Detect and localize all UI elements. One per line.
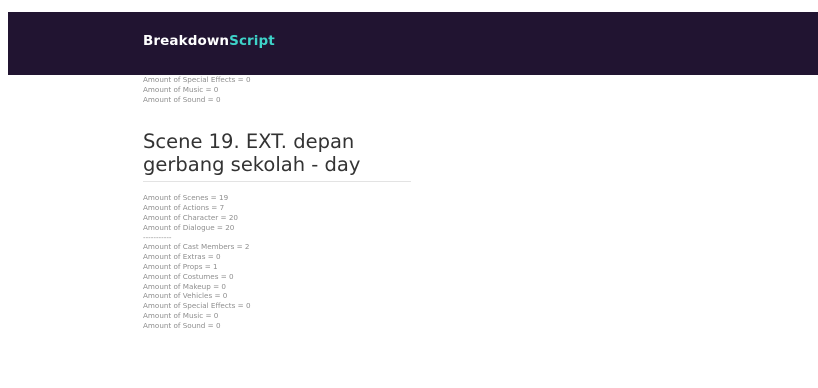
stat-line: Amount of Extras = 0 [143,252,221,262]
brand-part-1: Breakdown [143,33,230,49]
previous-scene-stats: Amount of Special Effects = 0 Amount of … [143,75,413,104]
stat-separator: ----------- [143,232,172,242]
brand-logo[interactable]: BreakdownScript [143,33,275,49]
stat-line: Amount of Dialogue = 20 [143,222,235,232]
main-content: Amount of Special Effects = 0 Amount of … [143,75,413,331]
stat-line: Amount of Scenes = 19 [143,193,229,203]
stat-line: Amount of Cast Members = 2 [143,242,250,252]
stat-line: Amount of Special Effects = 0 [143,75,251,84]
stat-line: Amount of Vehicles = 0 [143,291,228,301]
scene-stats: Amount of Scenes = 19 Amount of Actions … [143,193,413,330]
top-navbar: BreakdownScript [8,12,818,75]
stat-line: Amount of Makeup = 0 [143,281,226,291]
stat-line: Amount of Music = 0 [143,310,219,320]
stat-line: Amount of Sound = 0 [143,320,221,330]
stat-line: Amount of Actions = 7 [143,203,225,213]
brand-part-2: Script [229,33,275,49]
scene-title: Scene 19. EXT. depan gerbang sekolah - d… [143,130,361,177]
stat-line: Amount of Character = 20 [143,212,238,222]
stat-line: Amount of Sound = 0 [143,94,221,104]
stat-line: Amount of Props = 1 [143,261,218,271]
title-divider [143,181,411,183]
stat-line: Amount of Costumes = 0 [143,271,234,281]
stat-line: Amount of Music = 0 [143,84,219,94]
stat-line: Amount of Special Effects = 0 [143,301,251,311]
